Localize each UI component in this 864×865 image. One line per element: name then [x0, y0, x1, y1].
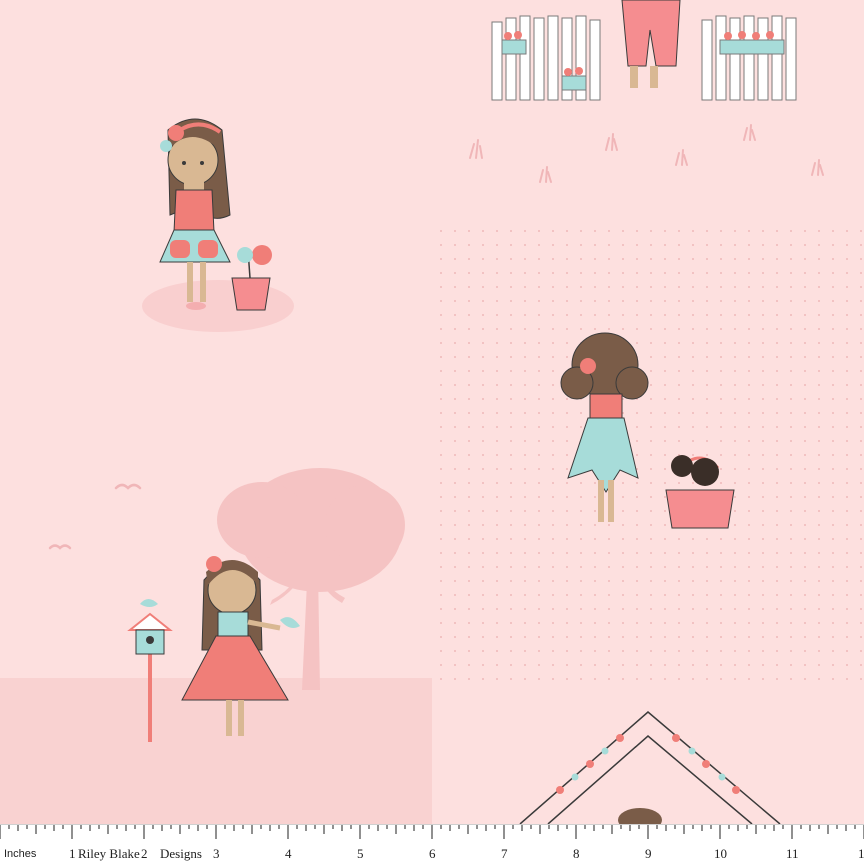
dot-grid-panel [432, 220, 864, 680]
selvage-ruler: Inches Riley Blake Designs 1 2 3 4 5 6 7 8 9 10 11… [0, 824, 864, 865]
ruler-number-11: 11 [786, 846, 799, 861]
ruler-number-9: 9 [645, 846, 652, 861]
ruler-unit-label: Inches [4, 848, 37, 860]
ruler-number-10: 10 [714, 846, 727, 861]
ruler-number-8: 8 [573, 846, 580, 861]
ruler-number-7: 7 [501, 846, 508, 861]
fabric-print-canvas [0, 0, 864, 864]
ruler-number-4: 4 [285, 846, 292, 861]
ruler-brand-word-2: Designs [160, 846, 202, 861]
ruler-number-6: 6 [429, 846, 436, 861]
ruler-brand-word-1: Riley Blake [78, 846, 140, 861]
ruler-number-3: 3 [213, 846, 220, 861]
fence-right [701, 15, 797, 101]
ruler-number-5: 5 [357, 846, 364, 861]
ruler-number-12: 12 [858, 846, 864, 861]
fabric-pattern [0, 0, 864, 832]
ruler-number-2: 2 [141, 846, 148, 861]
ruler-number-1: 1 [69, 846, 76, 861]
